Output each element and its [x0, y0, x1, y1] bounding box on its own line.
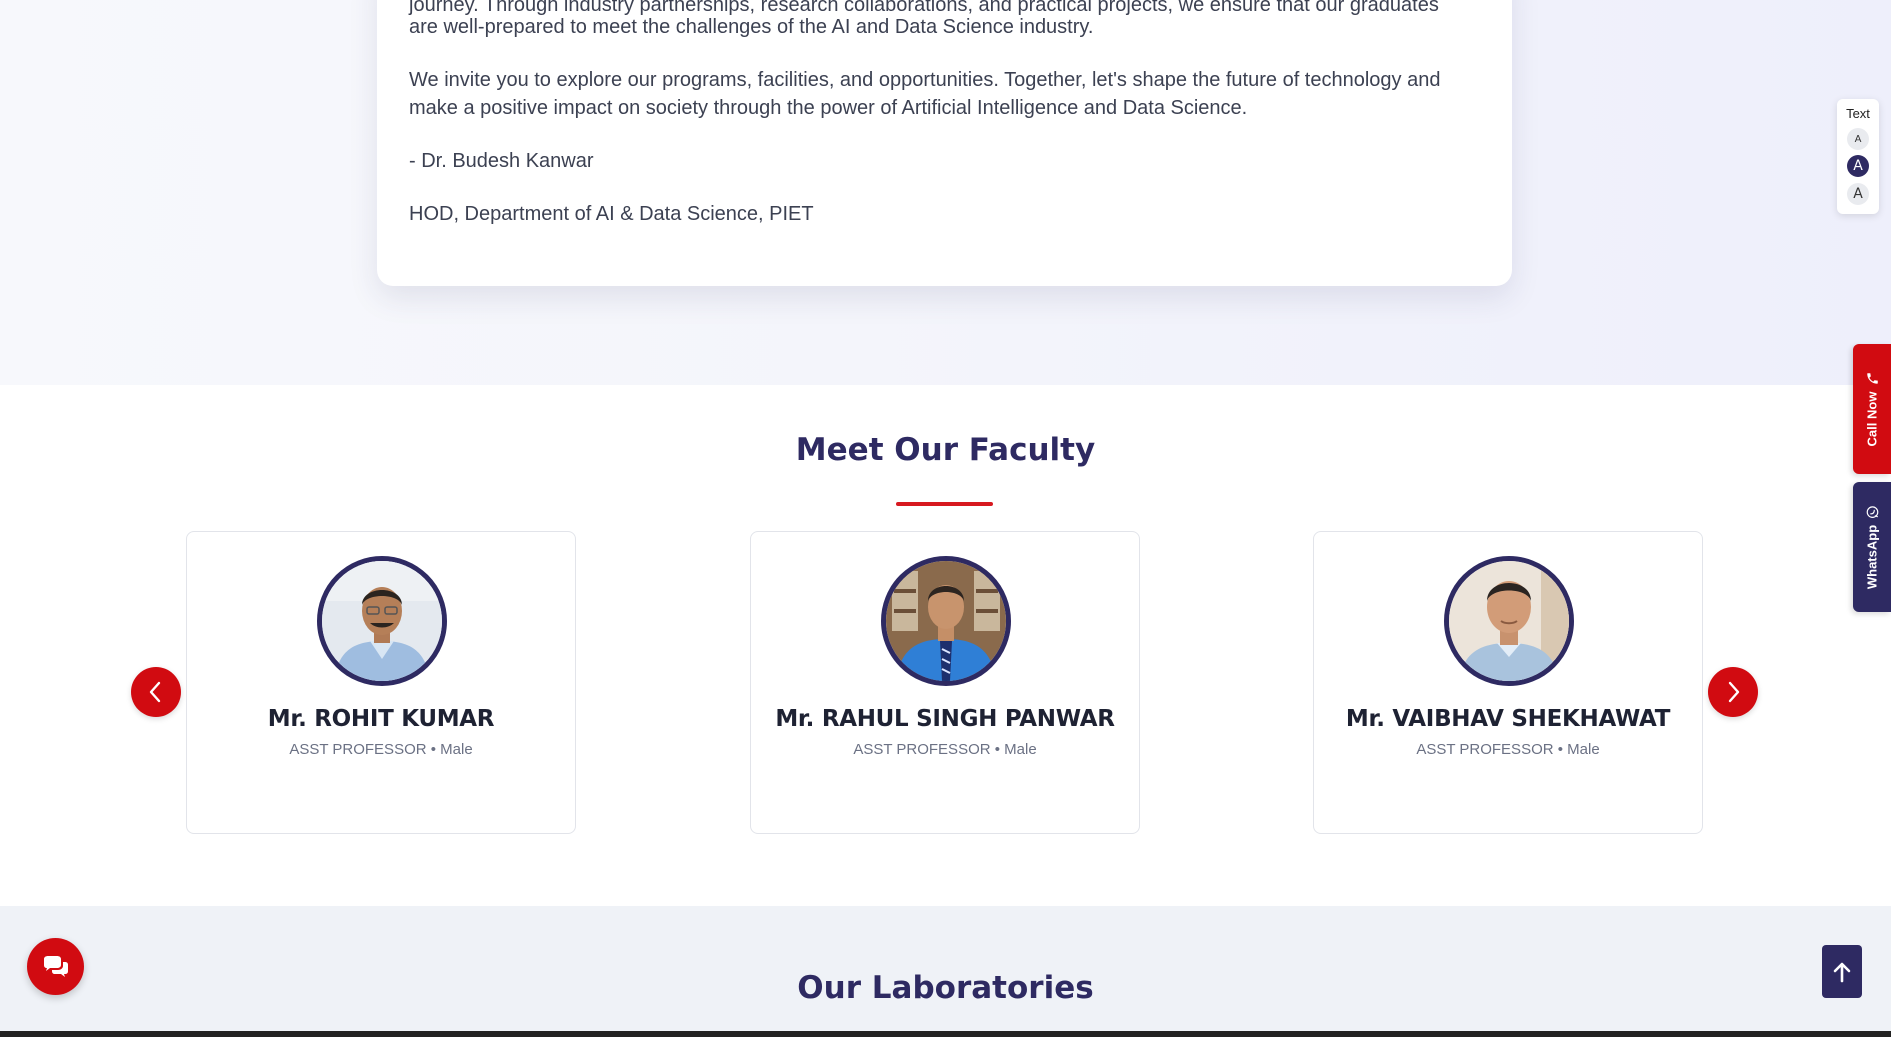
chevron-right-icon: [1728, 681, 1740, 703]
text-size-large-button[interactable]: A: [1847, 183, 1869, 205]
faculty-section-title: Meet Our Faculty: [795, 432, 1096, 468]
next-section-edge: [0, 1031, 1891, 1037]
text-size-label: Text: [1846, 106, 1870, 121]
message-paragraph-line: We invite you to explore our programs, f…: [409, 69, 1441, 91]
faculty-name: Mr. VAIBHAV SHEKHAWAT: [1345, 706, 1671, 732]
message-designation: HOD, Department of AI & Data Science, PI…: [409, 203, 814, 225]
phone-icon: [1866, 373, 1878, 384]
faculty-name: Mr. ROHIT KUMAR: [267, 706, 495, 732]
faculty-avatar: [881, 556, 1011, 686]
scroll-to-top-button[interactable]: [1822, 945, 1862, 998]
faculty-photo: [886, 561, 1006, 681]
faculty-name: Mr. RAHUL SINGH PANWAR: [775, 706, 1115, 732]
laboratories-section-title: Our Laboratories: [797, 970, 1094, 1006]
call-now-label: Call Now: [1864, 391, 1880, 447]
faculty-meta: ASST PROFESSOR • Male: [1416, 741, 1600, 758]
arrow-up-icon: [1833, 962, 1851, 982]
text-size-widget: Text A A A: [1837, 99, 1879, 214]
call-now-button[interactable]: Call Now: [1853, 344, 1891, 474]
whatsapp-label: WhatsApp: [1864, 524, 1880, 590]
faculty-card[interactable]: Mr. RAHUL SINGH PANWAR ASST PROFESSOR • …: [750, 531, 1140, 834]
message-signature: - Dr. Budesh Kanwar: [409, 150, 594, 172]
faculty-photo: [322, 561, 442, 681]
whatsapp-icon: [1866, 506, 1878, 518]
faculty-meta: ASST PROFESSOR • Male: [289, 741, 473, 758]
faculty-photo: [1449, 561, 1569, 681]
chevron-left-icon: [149, 681, 161, 703]
chat-bubbles-icon: [43, 955, 68, 977]
chat-button[interactable]: [27, 938, 84, 995]
faculty-meta: ASST PROFESSOR • Male: [853, 741, 1037, 758]
message-paragraph-line: make a positive impact on society throug…: [409, 97, 1248, 119]
faculty-card[interactable]: Mr. VAIBHAV SHEKHAWAT ASST PROFESSOR • M…: [1313, 531, 1703, 834]
carousel-prev-button[interactable]: [131, 667, 181, 717]
hod-message-card: [377, 0, 1512, 286]
whatsapp-button[interactable]: WhatsApp: [1853, 482, 1891, 612]
hod-message-section: [0, 0, 1891, 385]
faculty-card[interactable]: Mr. ROHIT KUMAR ASST PROFESSOR • Male: [186, 531, 576, 834]
text-size-small-button[interactable]: A: [1847, 128, 1869, 150]
carousel-next-button[interactable]: [1708, 667, 1758, 717]
faculty-avatar: [1444, 556, 1574, 686]
text-size-medium-button[interactable]: A: [1847, 155, 1869, 177]
faculty-avatar: [317, 556, 447, 686]
title-underline: [896, 502, 993, 506]
message-paragraph-line: are well-prepared to meet the challenges…: [409, 16, 1094, 38]
